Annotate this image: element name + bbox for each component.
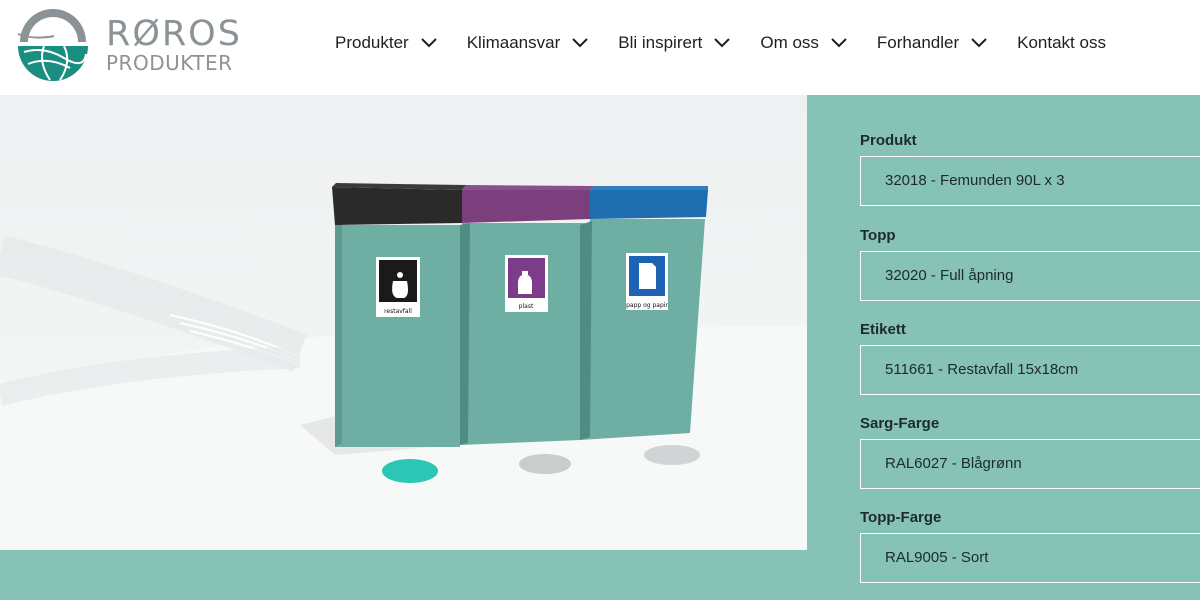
field-label: Produkt [860,132,917,149]
nav-item-label: Produkter [335,33,409,52]
trash-bag-icon [392,281,408,298]
bin-shadow [644,445,700,465]
nav-item-label: Bli inspirert [618,33,703,52]
globe-logo-icon [17,9,88,81]
configurator: restavfall plast papp og papir Produkt 3… [0,95,1200,600]
nav-item-kontakt-oss[interactable]: Kontakt oss [1017,33,1106,53]
field-sarg-farge: Sarg-Farge RAL6027 - Blågrønn [860,415,1200,489]
field-label: Topp-Farge [860,509,942,526]
waste-label-text: restavfall [384,308,412,315]
site-header: RØROS PRODUKTER Produkter Klimaansvar Bl… [0,0,1200,95]
field-label: Etikett [860,321,906,338]
bin-papp[interactable]: papp og papir [580,186,708,440]
chevron-down-icon [572,38,588,48]
paper-icon [639,263,656,289]
nav-item-klimaansvar[interactable]: Klimaansvar [467,33,589,53]
chevron-down-icon [420,38,437,48]
nav-item-om-oss[interactable]: Om oss [760,33,847,53]
brand-name-line1: RØROS [106,14,242,54]
field-label: Topp [860,227,896,244]
bin-lid [332,187,462,225]
nav-item-label: Forhandler [876,33,960,52]
topp-select[interactable]: 32020 - Full åpning [860,251,1200,301]
main-nav: Produkter Klimaansvar Bli inspirert Om o… [335,30,1106,56]
brand-name-line2: PRODUKTER [106,51,233,75]
etikett-select[interactable]: 511661 - Restavfall 15x18cm [860,345,1200,395]
field-topp-farge: Topp-Farge RAL9005 - Sort [860,509,1200,583]
field-label: Sarg-Farge [860,415,940,432]
bin-plast[interactable]: plast [460,185,594,445]
bin-lid [590,190,708,219]
nav-item-label: Klimaansvar [466,33,561,52]
waste-label-text: papp og papir [626,302,668,309]
nav-item-produkter[interactable]: Produkter [335,33,437,53]
field-topp: Topp 32020 - Full åpning [860,227,1200,301]
bin-lid [462,190,590,223]
field-etikett: Etikett 511661 - Restavfall 15x18cm [860,321,1200,395]
field-produkt: Produkt 32018 - Femunden 90L x 3 [860,132,1200,206]
brand-name: RØROS PRODUKTER [106,16,242,74]
3d-scene: restavfall plast papp og papir [0,95,807,550]
nav-item-forhandler[interactable]: Forhandler [877,33,987,53]
bin-shadow [519,454,571,474]
nav-item-label: Om oss [760,33,819,52]
chevron-down-icon [971,38,987,48]
nav-item-label: Kontakt oss [1017,33,1106,52]
brand-logo[interactable]: RØROS PRODUKTER [14,6,240,82]
bin-restavfall[interactable]: restavfall [332,183,466,447]
waste-label-text: plast [519,303,534,310]
nav-item-bli-inspirert[interactable]: Bli inspirert [618,33,731,53]
topp-farge-select[interactable]: RAL9005 - Sort [860,533,1200,583]
produkt-select[interactable]: 32018 - Femunden 90L x 3 [860,156,1200,206]
sarg-farge-select[interactable]: RAL6027 - Blågrønn [860,439,1200,489]
3d-product-viewer[interactable]: restavfall plast papp og papir [0,95,807,550]
chevron-down-icon [831,38,847,48]
chevron-down-icon [714,38,731,48]
selected-bin-indicator[interactable] [382,459,438,483]
